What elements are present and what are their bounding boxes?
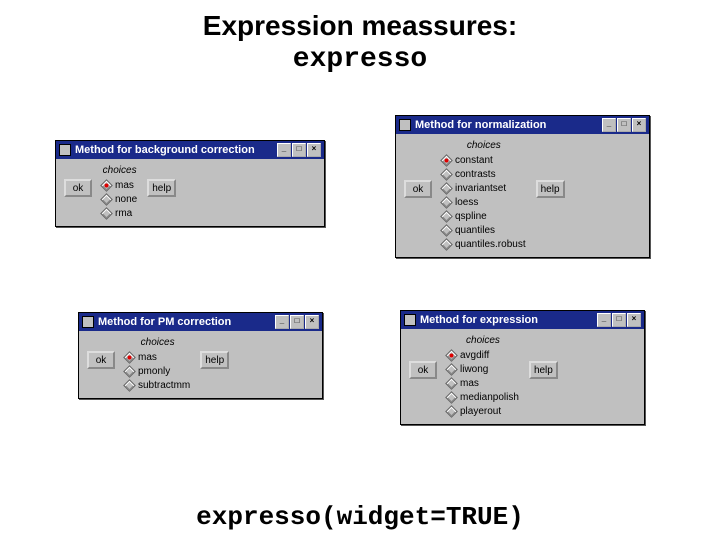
sys-icon <box>404 314 416 326</box>
option-label: mas <box>460 378 479 389</box>
title-text-bg: Method for background correction <box>75 144 277 156</box>
option-label: quantiles <box>455 225 495 236</box>
diamond-icon <box>100 179 113 192</box>
radio-option[interactable]: liwong <box>447 362 488 376</box>
diamond-icon <box>440 168 453 181</box>
option-label: mas <box>138 352 157 363</box>
diamond-icon <box>440 210 453 223</box>
radio-option[interactable]: quantiles.robust <box>442 237 526 251</box>
footer-code: expresso(widget=TRUE) <box>0 502 720 532</box>
radio-option[interactable]: pmonly <box>125 364 170 378</box>
option-label: constant <box>455 155 493 166</box>
diamond-icon <box>445 363 458 376</box>
ok-button[interactable]: ok <box>409 361 437 379</box>
option-label: rma <box>115 208 132 219</box>
option-label: avgdiff <box>460 350 489 361</box>
sys-icon <box>399 119 411 131</box>
radio-option[interactable]: subtractmm <box>125 378 190 392</box>
radio-option[interactable]: quantiles <box>442 223 495 237</box>
diamond-icon <box>445 377 458 390</box>
radio-option[interactable]: contrasts <box>442 167 496 181</box>
dialog-normalization: Method for normalization _ □ × ok choice… <box>395 115 650 258</box>
titlebar-expr[interactable]: Method for expression _ □ × <box>401 311 644 329</box>
radio-option[interactable]: invariantset <box>442 181 506 195</box>
minimize-icon[interactable]: _ <box>275 315 289 329</box>
option-label: pmonly <box>138 366 170 377</box>
title-text-norm: Method for normalization <box>415 119 602 131</box>
option-label: playerout <box>460 406 501 417</box>
radio-option[interactable]: mas <box>102 178 134 192</box>
diamond-icon <box>440 238 453 251</box>
diamond-icon <box>100 207 113 220</box>
page-title-line1: Expression meassures: <box>0 10 720 42</box>
title-text-expr: Method for expression <box>420 314 597 326</box>
option-label: none <box>115 194 137 205</box>
diamond-icon <box>445 349 458 362</box>
option-label: mas <box>115 180 134 191</box>
titlebar-norm[interactable]: Method for normalization _ □ × <box>396 116 649 134</box>
option-label: invariantset <box>455 183 506 194</box>
option-label: loess <box>455 197 478 208</box>
close-icon[interactable]: × <box>632 118 646 132</box>
ok-button[interactable]: ok <box>404 180 432 198</box>
close-icon[interactable]: × <box>307 143 321 157</box>
minimize-icon[interactable]: _ <box>597 313 611 327</box>
close-icon[interactable]: × <box>305 315 319 329</box>
radio-option[interactable]: qspline <box>442 209 487 223</box>
diamond-icon <box>123 351 136 364</box>
help-button[interactable]: help <box>147 179 176 197</box>
diamond-icon <box>123 379 136 392</box>
option-label: quantiles.robust <box>455 239 526 250</box>
radio-option[interactable]: loess <box>442 195 478 209</box>
diamond-icon <box>440 196 453 209</box>
sys-icon <box>82 316 94 328</box>
option-label: medianpolish <box>460 392 519 403</box>
page-title-line2: expresso <box>0 44 720 75</box>
ok-button[interactable]: ok <box>87 351 115 369</box>
radio-option[interactable]: medianpolish <box>447 390 519 404</box>
diamond-icon <box>440 154 453 167</box>
radio-option[interactable]: mas <box>125 350 157 364</box>
option-label: liwong <box>460 364 488 375</box>
radio-option[interactable]: mas <box>447 376 479 390</box>
diamond-icon <box>100 193 113 206</box>
help-button[interactable]: help <box>536 180 565 198</box>
dialog-pm-correction: Method for PM correction _ □ × ok choice… <box>78 312 323 399</box>
help-button[interactable]: help <box>200 351 229 369</box>
radio-option[interactable]: playerout <box>447 404 501 418</box>
dialog-bg-correction: Method for background correction _ □ × o… <box>55 140 325 227</box>
minimize-icon[interactable]: _ <box>602 118 616 132</box>
diamond-icon <box>445 405 458 418</box>
close-icon[interactable]: × <box>627 313 641 327</box>
ok-button[interactable]: ok <box>64 179 92 197</box>
choices-label: choices <box>467 140 501 151</box>
titlebar-bg[interactable]: Method for background correction _ □ × <box>56 141 324 159</box>
radio-option[interactable]: constant <box>442 153 493 167</box>
radio-option[interactable]: avgdiff <box>447 348 489 362</box>
maximize-icon[interactable]: □ <box>612 313 626 327</box>
diamond-icon <box>123 365 136 378</box>
minimize-icon[interactable]: _ <box>277 143 291 157</box>
help-button[interactable]: help <box>529 361 558 379</box>
title-text-pm: Method for PM correction <box>98 316 275 328</box>
sys-icon <box>59 144 71 156</box>
choices-label: choices <box>466 335 500 346</box>
diamond-icon <box>440 182 453 195</box>
maximize-icon[interactable]: □ <box>290 315 304 329</box>
option-label: subtractmm <box>138 380 190 391</box>
maximize-icon[interactable]: □ <box>617 118 631 132</box>
choices-label: choices <box>103 165 137 176</box>
titlebar-pm[interactable]: Method for PM correction _ □ × <box>79 313 322 331</box>
dialog-expression: Method for expression _ □ × ok choices a… <box>400 310 645 425</box>
option-label: qspline <box>455 211 487 222</box>
maximize-icon[interactable]: □ <box>292 143 306 157</box>
option-label: contrasts <box>455 169 496 180</box>
diamond-icon <box>440 224 453 237</box>
radio-option[interactable]: none <box>102 192 137 206</box>
radio-option[interactable]: rma <box>102 206 132 220</box>
diamond-icon <box>445 391 458 404</box>
choices-label: choices <box>141 337 175 348</box>
